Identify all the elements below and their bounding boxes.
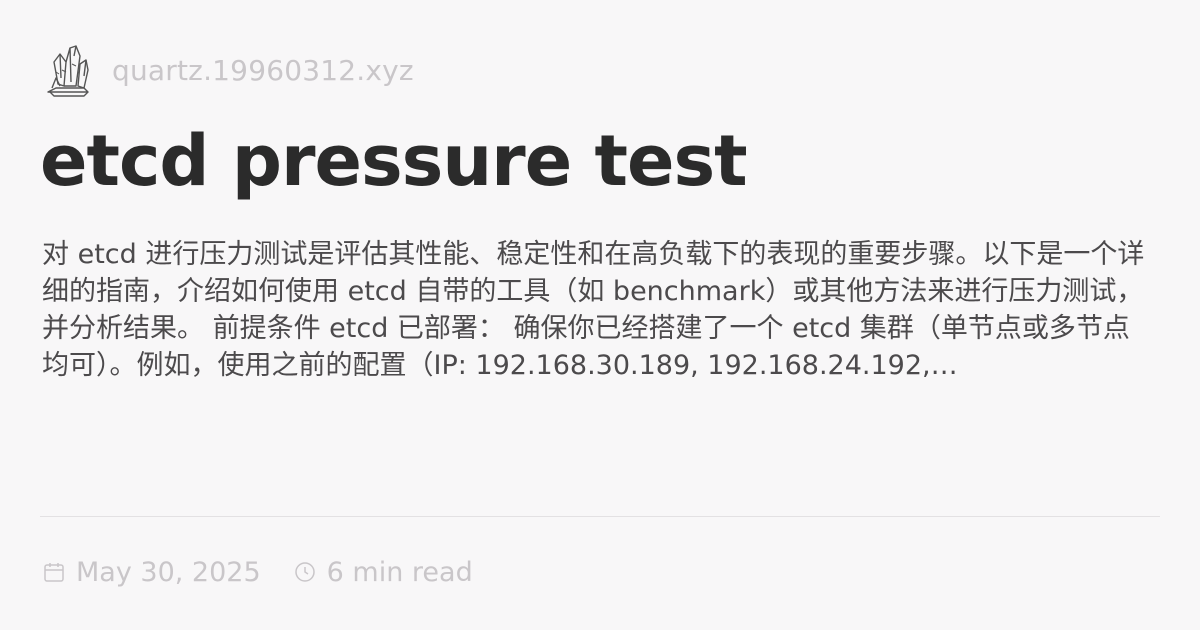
page-title: etcd pressure test [40, 120, 748, 202]
site-header: quartz.19960312.xyz [44, 42, 414, 98]
article-description: 对 etcd 进行压力测试是评估其性能、稳定性和在高负载下的表现的重要步骤。以下… [42, 239, 1145, 381]
read-time-text: 6 min read [326, 556, 473, 588]
site-name[interactable]: quartz.19960312.xyz [112, 54, 414, 87]
read-time: 6 min read [293, 557, 473, 588]
publish-date: May 30, 2025 [42, 557, 261, 588]
clock-icon [294, 562, 315, 582]
publish-date-text: May 30, 2025 [76, 556, 261, 588]
calendar-icon [44, 563, 64, 582]
crystal-logo-icon [47, 45, 89, 97]
divider [40, 516, 1160, 517]
article-meta: May 30, 2025 6 min read [42, 552, 473, 592]
